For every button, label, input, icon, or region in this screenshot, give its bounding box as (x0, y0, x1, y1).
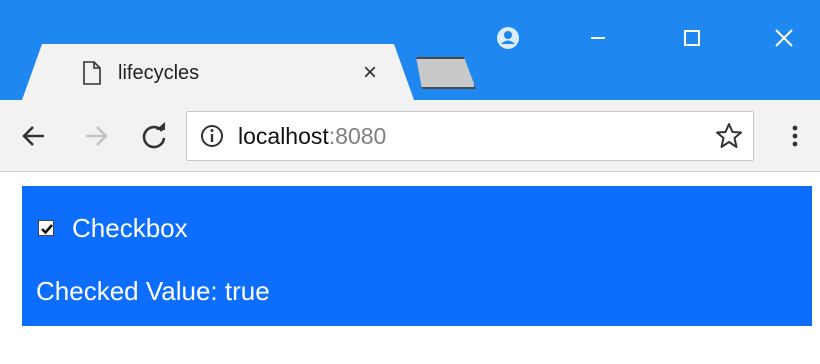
checkmark-icon (41, 224, 53, 235)
tab-close-button[interactable]: × (356, 59, 384, 87)
reload-icon[interactable] (136, 118, 172, 154)
checkbox-row[interactable]: Checkbox (38, 211, 188, 245)
url-host: localhost (238, 123, 329, 149)
forward-arrow-icon[interactable] (78, 118, 114, 154)
info-icon[interactable] (200, 124, 224, 148)
close-icon[interactable] (764, 18, 804, 58)
checked-value-text: Checked Value: true (36, 276, 270, 306)
minimize-icon[interactable] (578, 18, 618, 58)
checkbox[interactable] (38, 220, 54, 236)
tab-title: lifecycles (118, 62, 200, 84)
profile-icon[interactable] (488, 18, 528, 58)
url-port: :8080 (328, 123, 387, 149)
menu-icon[interactable] (780, 121, 810, 151)
back-arrow-icon[interactable] (16, 118, 52, 154)
maximize-icon[interactable] (672, 18, 712, 58)
page-icon (82, 61, 102, 85)
checkbox-label[interactable]: Checkbox (72, 211, 188, 245)
star-icon[interactable] (714, 121, 744, 151)
url-text[interactable]: localhost:8080 (238, 121, 386, 151)
